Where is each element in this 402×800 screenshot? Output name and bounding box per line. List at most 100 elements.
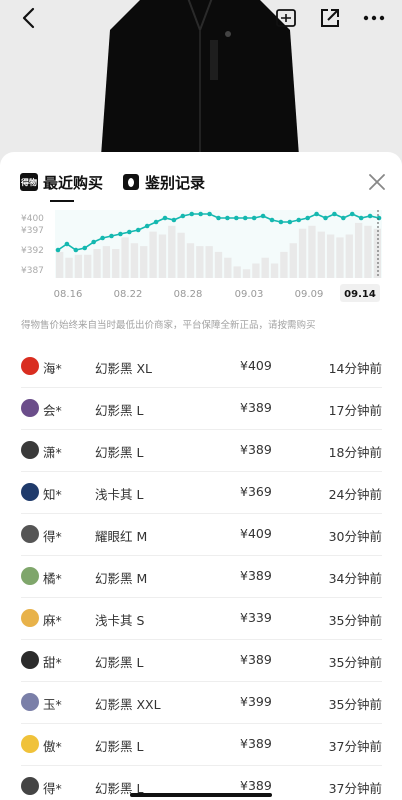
x-tick-label: 09.03 xyxy=(235,289,264,300)
product-variant: 幻影黑 L xyxy=(95,739,144,754)
volume-bar xyxy=(373,228,381,278)
sell-button[interactable] xyxy=(274,6,298,30)
volume-bar xyxy=(289,243,297,278)
active-tab-indicator xyxy=(50,200,74,202)
top-navigation-bar xyxy=(0,0,402,36)
volume-bar xyxy=(354,222,363,278)
buyer-name: 得* xyxy=(43,781,62,796)
price-point xyxy=(144,223,150,229)
x-tick-label: 08.16 xyxy=(54,289,83,300)
y-tick-label: ¥397 xyxy=(21,226,44,236)
buyer-name: 甜* xyxy=(43,655,62,670)
product-variant: 耀眼红 M xyxy=(95,529,148,544)
buyer-name: 玉* xyxy=(43,697,62,712)
volume-bar xyxy=(102,246,111,278)
tab-bar: 得物 最近购买 鉴别记录 xyxy=(0,152,402,204)
volume-bar xyxy=(214,251,223,278)
purchase-time: 30分钟前 xyxy=(328,529,382,544)
back-button[interactable] xyxy=(16,6,40,30)
volume-bar xyxy=(186,243,195,278)
price-point xyxy=(225,215,230,221)
purchase-row: 会* 幻影黑 L ¥389 17分钟前 xyxy=(21,388,382,430)
price-point xyxy=(349,211,355,217)
price-point xyxy=(162,215,168,221)
volume-bar xyxy=(149,231,157,278)
price-point xyxy=(216,215,221,221)
product-variant: 幻影黑 XXL xyxy=(95,697,161,712)
volume-bar xyxy=(140,246,148,278)
price-point xyxy=(55,247,61,253)
avatar xyxy=(21,693,39,711)
purchase-row: 橘* 幻影黑 M ¥389 34分钟前 xyxy=(21,556,382,598)
x-tick-label: 08.28 xyxy=(174,289,203,300)
identify-icon xyxy=(123,174,139,190)
price-point xyxy=(234,215,239,221)
back-arrow-icon xyxy=(22,7,35,29)
purchase-price: ¥339 xyxy=(240,610,272,625)
price-point xyxy=(314,211,319,217)
purchase-row: 知* 浅卡其 L ¥369 24分钟前 xyxy=(21,472,382,514)
purchase-row: 海* 幻影黑 XL ¥409 14分钟前 xyxy=(21,346,382,388)
recent-purchases-sheet: 得物 最近购买 鉴别记录 ¥400 ¥397 ¥392 ¥387 08.16 08.22 0… xyxy=(0,152,402,800)
avatar xyxy=(21,525,39,543)
price-point xyxy=(82,245,88,251)
purchase-row: 潇* 幻影黑 L ¥389 18分钟前 xyxy=(21,430,382,472)
share-button[interactable] xyxy=(318,6,342,30)
price-point xyxy=(341,215,346,221)
buyer-name: 潇* xyxy=(43,445,62,460)
avatar xyxy=(21,777,39,795)
volume-bar xyxy=(261,257,269,278)
purchase-price: ¥399 xyxy=(240,694,272,709)
volume-bar xyxy=(298,228,307,278)
price-point xyxy=(367,213,373,219)
volume-bar xyxy=(317,231,325,278)
purchase-list: 海* 幻影黑 XL ¥409 14分钟前 会* 幻影黑 L ¥389 17分钟前潇* 幻影黑 L… xyxy=(21,346,382,800)
dewu-logo-icon: 得物 xyxy=(20,173,38,191)
volume-bar xyxy=(158,234,167,278)
price-point xyxy=(91,239,96,245)
volume-bar xyxy=(252,263,260,278)
price-point xyxy=(135,227,141,233)
product-variant: 幻影黑 L xyxy=(95,445,144,460)
purchase-price: ¥389 xyxy=(240,652,272,667)
volume-bar xyxy=(326,234,335,278)
volume-bar xyxy=(65,257,73,278)
close-icon[interactable] xyxy=(367,172,387,192)
purchase-time: 37分钟前 xyxy=(328,781,382,796)
avatar xyxy=(21,441,39,459)
tab-recent-purchases[interactable]: 得物 最近购买 xyxy=(20,170,103,194)
price-trend-chart[interactable]: ¥400 ¥397 ¥392 ¥387 08.16 08.22 08.28 09.03 09.0… xyxy=(0,210,402,320)
volume-bar xyxy=(270,263,279,278)
avatar xyxy=(21,651,39,669)
more-button[interactable] xyxy=(362,6,386,30)
price-point xyxy=(127,229,132,235)
volume-bar xyxy=(345,234,353,278)
price-point xyxy=(332,211,337,217)
y-tick-label: ¥392 xyxy=(21,246,44,256)
price-point xyxy=(269,217,275,223)
buyer-name: 得* xyxy=(43,529,62,544)
volume-bar xyxy=(205,246,213,278)
purchase-time: 35分钟前 xyxy=(328,697,382,712)
price-point xyxy=(296,217,302,223)
product-variant: 浅卡其 S xyxy=(95,613,145,628)
volume-bar xyxy=(233,266,241,278)
purchase-time: 17分钟前 xyxy=(328,403,382,418)
purchase-row: 傲* 幻影黑 L ¥389 37分钟前 xyxy=(21,724,382,766)
avatar xyxy=(21,357,39,375)
purchase-row: 甜* 幻影黑 L ¥389 35分钟前 xyxy=(21,640,382,682)
purchase-price: ¥389 xyxy=(240,568,272,583)
price-point xyxy=(153,219,159,225)
tab-identify-records[interactable]: 鉴别记录 xyxy=(122,170,205,194)
purchase-price: ¥409 xyxy=(240,526,272,541)
price-point xyxy=(207,211,212,217)
avatar xyxy=(21,567,39,585)
avatar xyxy=(21,483,39,501)
purchase-time: 24分钟前 xyxy=(328,487,382,502)
product-variant: 幻影黑 L xyxy=(95,655,144,670)
price-point xyxy=(260,213,266,219)
price-disclaimer: 得物售价始终来自当时最低出价商家，平台保障全新正品，请按需购买 xyxy=(21,320,316,331)
tab-identify-records-label: 鉴别记录 xyxy=(145,173,206,192)
volume-bar xyxy=(177,232,185,278)
price-point xyxy=(242,215,248,221)
